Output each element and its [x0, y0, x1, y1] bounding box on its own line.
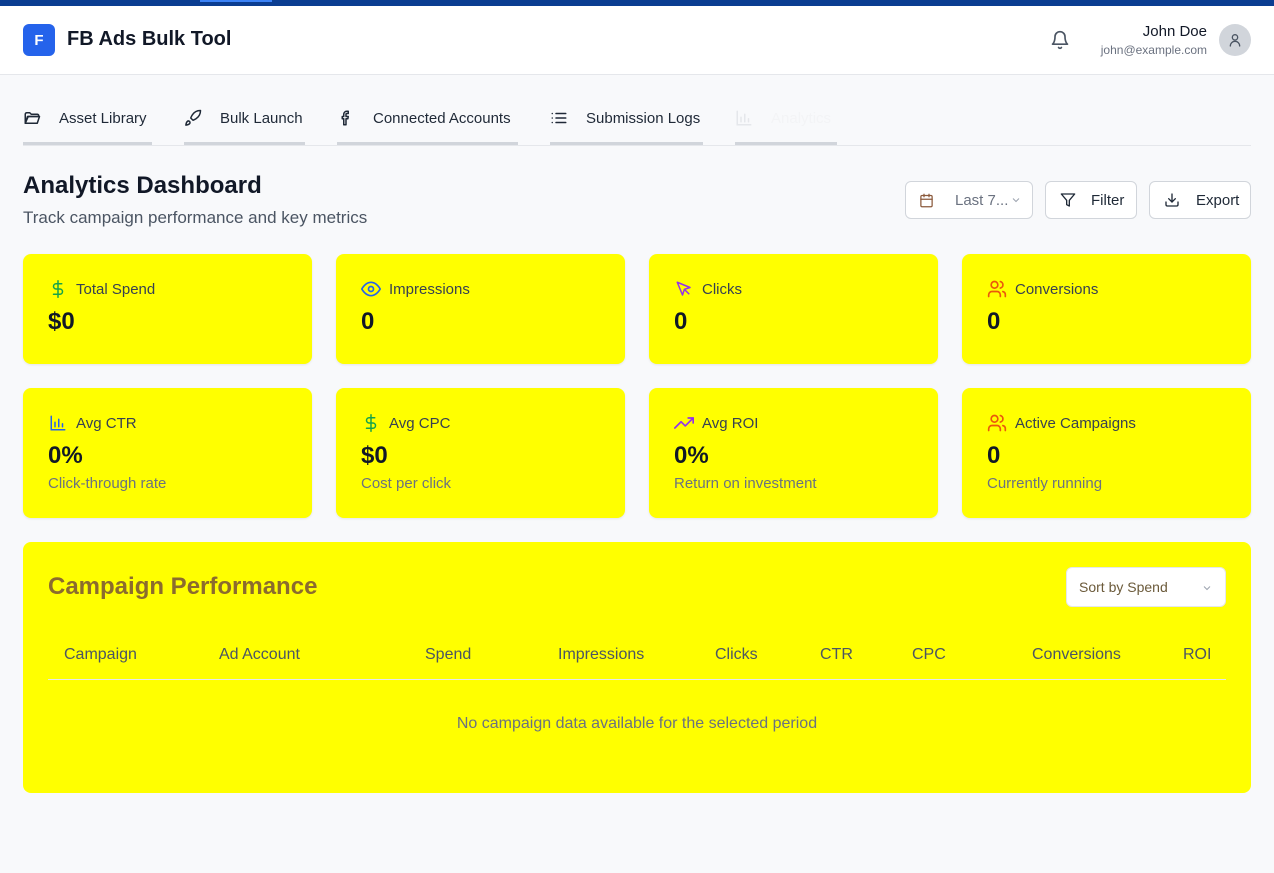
- list-icon: [550, 109, 568, 127]
- metric-label: Avg CTR: [76, 414, 137, 432]
- chevron-down-icon: [1010, 194, 1022, 206]
- metric-value: 0: [987, 442, 1001, 469]
- metric-value: 0: [987, 308, 1001, 335]
- tab-connected-accounts[interactable]: Connected Accounts: [337, 94, 518, 145]
- column-header-spend[interactable]: Spend: [425, 646, 471, 664]
- empty-state-message: No campaign data available for the selec…: [456, 715, 818, 732]
- metric-value: 0: [674, 308, 688, 335]
- campaign-performance-panel: Campaign Performance Sort by Spend Campa…: [23, 542, 1251, 793]
- bar-chart-icon: [48, 413, 68, 433]
- users-icon: [987, 279, 1007, 299]
- column-header-cpc[interactable]: CPC: [912, 646, 946, 664]
- tab-analytics[interactable]: Analytics: [735, 94, 837, 145]
- table-header-divider: [48, 679, 1226, 680]
- bell-icon[interactable]: [1050, 30, 1070, 50]
- metric-value: $0: [361, 442, 388, 469]
- metric-description: Click-through rate: [48, 475, 167, 492]
- calendar-icon: [919, 193, 934, 208]
- metric-label: Clicks: [702, 280, 742, 298]
- metric-description: Return on investment: [674, 475, 817, 492]
- date-range-select[interactable]: Last 7...: [905, 181, 1033, 219]
- app-title: FB Ads Bulk Tool: [67, 28, 232, 50]
- tab-label: Asset Library: [59, 109, 147, 127]
- metric-value: 0%: [674, 442, 709, 469]
- tab-submission-logs[interactable]: Submission Logs: [550, 94, 703, 145]
- app-logo: F: [23, 24, 55, 56]
- metric-value: $0: [48, 308, 75, 335]
- dollar-icon: [48, 279, 68, 299]
- user-email: john@example.com: [1100, 43, 1207, 57]
- metric-card-avg-roi: Avg ROI 0% Return on investment: [649, 388, 938, 518]
- app-header: F FB Ads Bulk Tool John Doe john@example…: [0, 6, 1274, 75]
- download-icon: [1164, 192, 1180, 208]
- metric-label: Active Campaigns: [1015, 414, 1136, 432]
- top-accent-highlight: [200, 0, 272, 2]
- column-header-clicks[interactable]: Clicks: [715, 646, 758, 664]
- export-label: Export: [1196, 191, 1240, 209]
- trending-up-icon: [674, 413, 694, 433]
- date-range-label: Last 7...: [955, 191, 1009, 209]
- column-header-ctr[interactable]: CTR: [820, 646, 853, 664]
- user-icon: [1229, 34, 1241, 47]
- column-header-roi[interactable]: ROI: [1183, 646, 1211, 664]
- metric-description: Cost per click: [361, 475, 452, 492]
- tab-label: Analytics: [771, 109, 832, 127]
- metric-card-avg-cpc: Avg CPC $0 Cost per click: [336, 388, 625, 518]
- column-header-conversions[interactable]: Conversions: [1032, 646, 1121, 664]
- tab-label: Connected Accounts: [373, 109, 511, 127]
- tab-label: Bulk Launch: [220, 109, 303, 127]
- filter-icon: [1060, 192, 1076, 208]
- metric-card-conversions: Conversions 0: [962, 254, 1251, 364]
- rocket-icon: [184, 109, 202, 127]
- tab-label: Submission Logs: [586, 109, 701, 127]
- column-header-impressions[interactable]: Impressions: [558, 646, 644, 664]
- dollar-icon: [361, 413, 381, 433]
- facebook-icon: [337, 109, 355, 127]
- users-icon: [987, 413, 1007, 433]
- metric-label: Impressions: [389, 280, 470, 298]
- folder-icon: [23, 109, 41, 127]
- metric-label: Total Spend: [76, 280, 156, 298]
- metric-card-avg-ctr: Avg CTR 0% Click-through rate: [23, 388, 312, 518]
- metric-card-clicks: Clicks 0: [649, 254, 938, 364]
- eye-icon: [361, 279, 381, 299]
- column-header-ad-account[interactable]: Ad Account: [219, 646, 300, 664]
- metric-label: Conversions: [1015, 280, 1099, 298]
- section-title: Campaign Performance: [48, 573, 318, 600]
- main-tabs: Asset Library Bulk Launch Connected Acco…: [23, 94, 1251, 146]
- tab-bulk-launch[interactable]: Bulk Launch: [184, 94, 305, 145]
- avatar[interactable]: [1219, 24, 1251, 56]
- page-title: Analytics Dashboard: [23, 172, 262, 199]
- metric-card-active-campaigns: Active Campaigns 0 Currently running: [962, 388, 1251, 518]
- metric-value: 0%: [48, 442, 83, 469]
- metric-value: 0: [361, 308, 375, 335]
- export-button[interactable]: Export: [1149, 181, 1251, 219]
- cursor-icon: [674, 279, 694, 299]
- user-name: John Doe: [1142, 23, 1207, 40]
- tab-asset-library[interactable]: Asset Library: [23, 94, 152, 145]
- metric-card-total-spend: Total Spend $0: [23, 254, 312, 364]
- column-header-campaign[interactable]: Campaign: [64, 646, 137, 664]
- filter-button[interactable]: Filter: [1045, 181, 1137, 219]
- sort-select[interactable]: Sort by Spend: [1066, 567, 1226, 607]
- filter-label: Filter: [1091, 191, 1125, 209]
- page-subtitle: Track campaign performance and key metri…: [23, 208, 368, 227]
- metric-description: Currently running: [987, 475, 1103, 492]
- metric-card-impressions: Impressions 0: [336, 254, 625, 364]
- sort-label: Sort by Spend: [1079, 579, 1168, 595]
- metric-label: Avg ROI: [702, 414, 759, 432]
- metric-label: Avg CPC: [389, 414, 451, 432]
- chevron-down-icon: [1201, 581, 1213, 597]
- bar-chart-icon: [735, 109, 753, 127]
